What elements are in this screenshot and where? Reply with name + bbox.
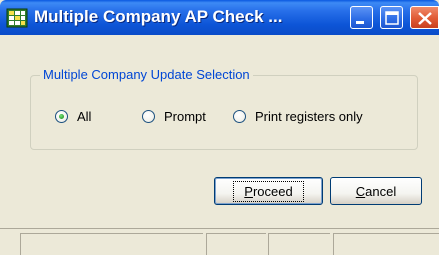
minimize-icon: [356, 21, 364, 24]
proceed-button-label: Proceed: [233, 180, 304, 202]
close-button[interactable]: [410, 6, 439, 29]
radio-selected-icon: [55, 109, 68, 123]
maximize-icon: [385, 11, 399, 25]
proceed-button[interactable]: Proceed: [214, 177, 323, 205]
radio-all-label: All: [77, 108, 92, 124]
cancel-accelerator: C: [355, 183, 366, 199]
cancel-label-rest: ancel: [365, 183, 397, 199]
group-label: Multiple Company Update Selection: [40, 67, 253, 82]
proceed-label-rest: roceed: [252, 183, 293, 199]
radio-print-label: Print registers only: [255, 108, 363, 124]
proceed-accelerator: P: [244, 183, 253, 199]
status-panel: [268, 233, 330, 255]
radio-all[interactable]: All: [55, 108, 91, 124]
status-panel: [206, 233, 266, 255]
radio-unselected-icon: [142, 109, 155, 123]
cancel-button[interactable]: Cancel: [330, 177, 422, 205]
status-panel: [20, 233, 203, 255]
radio-prompt-label: Prompt: [164, 108, 206, 124]
close-icon: [418, 12, 432, 25]
radio-prompt[interactable]: Prompt: [142, 108, 206, 124]
app-grid-icon[interactable]: [6, 7, 28, 29]
dialog-window: Multiple Company AP Check ... Multiple C…: [0, 0, 439, 255]
status-panel: [333, 233, 439, 255]
title-bar[interactable]: Multiple Company AP Check ...: [0, 0, 439, 35]
maximize-button[interactable]: [380, 6, 403, 29]
cancel-button-label: Cancel: [356, 184, 396, 199]
minimize-button[interactable]: [350, 6, 373, 29]
window-title: Multiple Company AP Check ...: [34, 7, 283, 26]
radio-print-registers-only[interactable]: Print registers only: [233, 108, 363, 124]
status-bar: [0, 228, 439, 255]
radio-unselected-icon: [233, 109, 246, 123]
